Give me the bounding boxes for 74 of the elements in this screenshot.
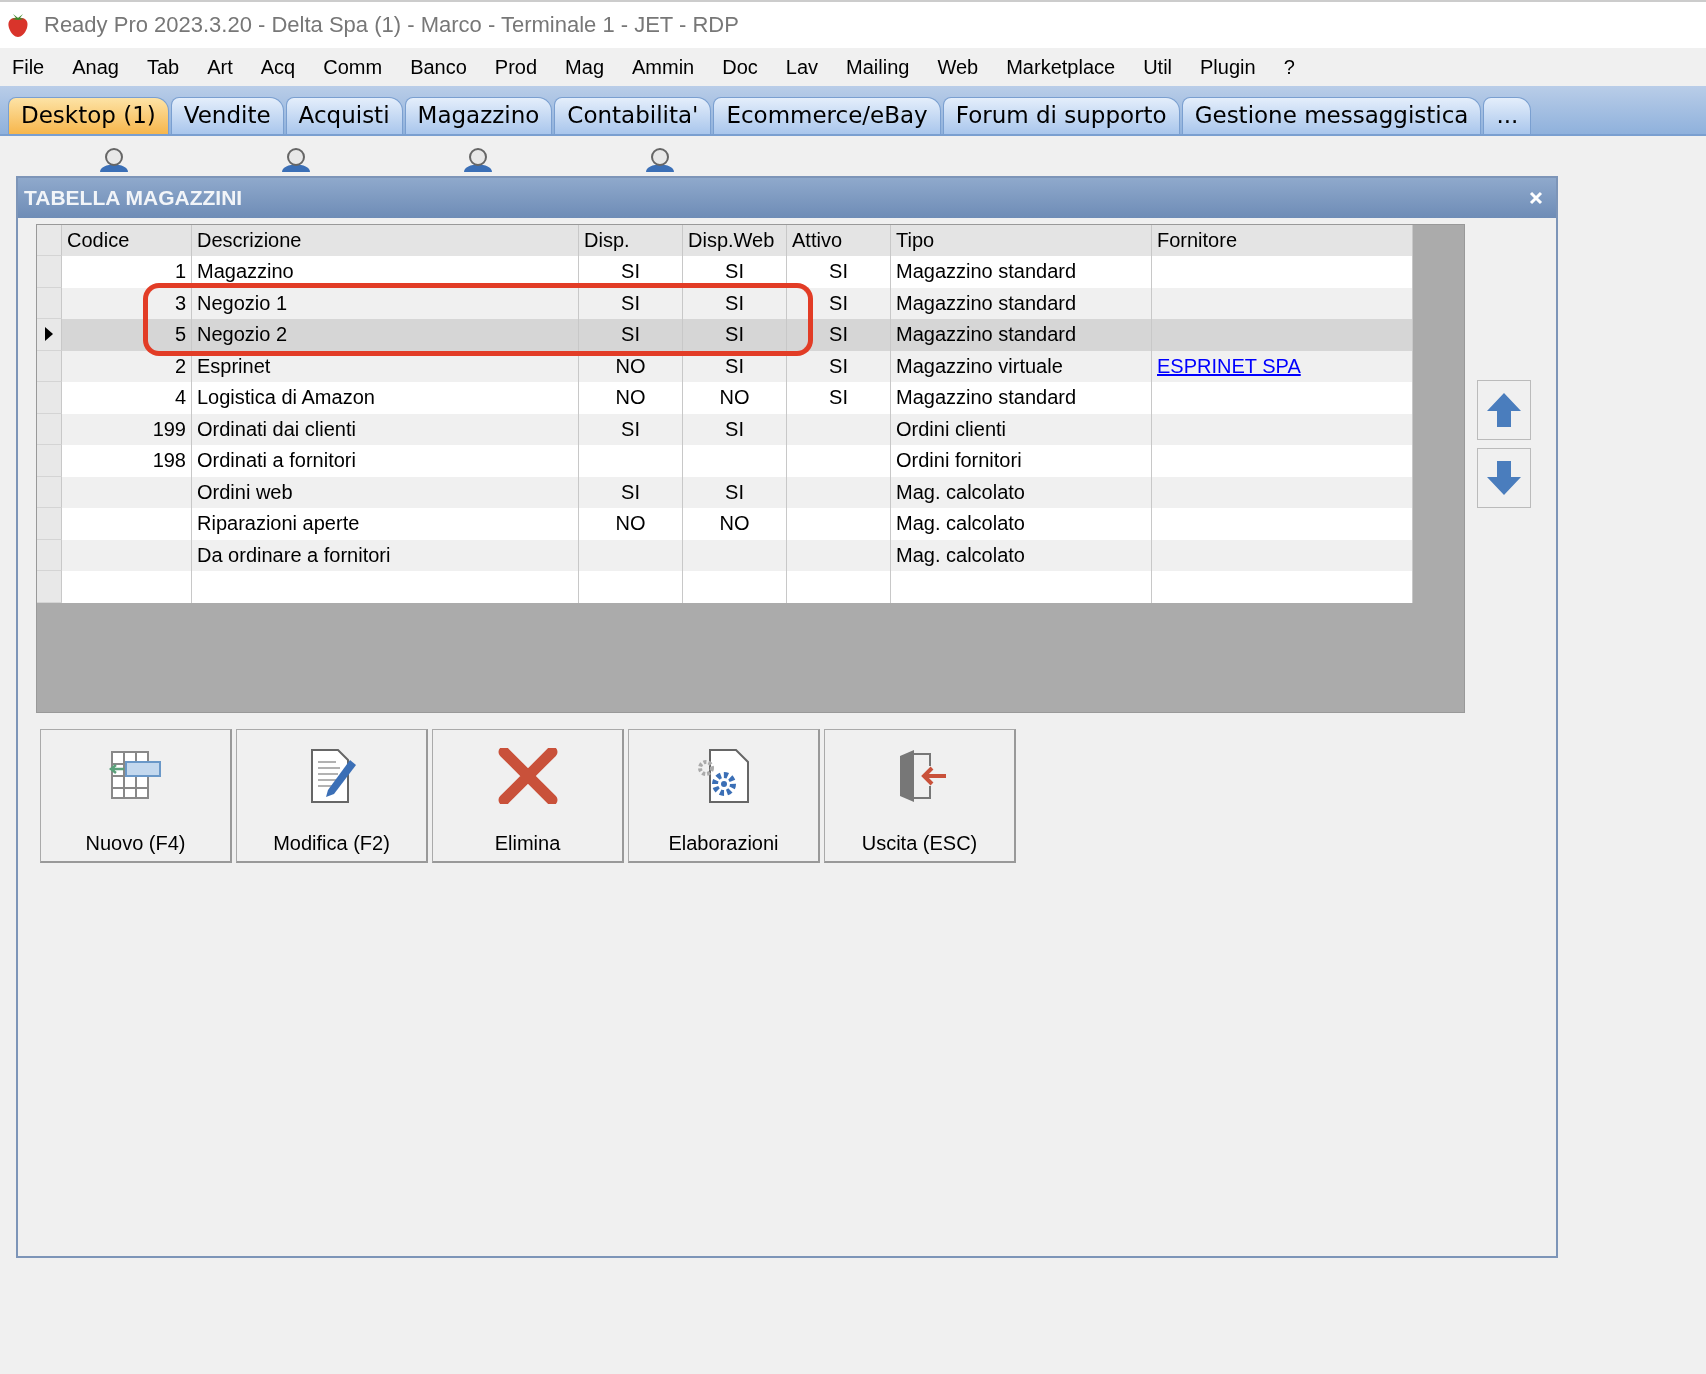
tab[interactable]: ... xyxy=(1483,97,1532,134)
table-cell: 1 xyxy=(62,256,192,288)
table-cell: SI xyxy=(683,256,787,288)
window-title: Ready Pro 2023.3.20 - Delta Spa (1) - Marco - Terminale 1 - JET - RDP xyxy=(44,12,739,38)
tab[interactable]: Desktop (1) xyxy=(8,97,169,134)
menu-item[interactable]: Comm xyxy=(309,55,397,79)
menu-item[interactable]: File xyxy=(12,55,59,79)
table-cell: SI xyxy=(683,319,787,351)
dialog-title: TABELLA MAGAZZINI xyxy=(24,186,243,210)
strawberry-icon xyxy=(6,12,30,38)
action-button[interactable]: Elaborazioni xyxy=(628,729,820,863)
tab[interactable]: Forum di supporto xyxy=(942,97,1180,134)
table-row[interactable]: Ordini web SI SI Mag. calcolato xyxy=(37,476,1412,508)
table-row[interactable]: 199 Ordinati dai clienti SI SI Ordini clienti xyxy=(37,413,1412,445)
menu-item[interactable]: Mag xyxy=(551,55,618,79)
menu-item[interactable]: Mailing xyxy=(832,55,924,79)
table-cell: SI xyxy=(787,256,891,288)
table-cell: NO xyxy=(683,508,787,540)
menu-item[interactable]: Acq xyxy=(246,55,310,79)
menu-item[interactable]: Anag xyxy=(58,55,133,79)
move-down-button[interactable] xyxy=(1477,448,1531,508)
table-cell: 4 xyxy=(62,382,192,414)
table-cell: SI xyxy=(787,382,891,414)
table-cell: Ordinati a fornitori xyxy=(192,445,579,477)
table-cell: Magazzino standard xyxy=(891,382,1152,414)
table-cell: Magazzino standard xyxy=(891,256,1152,288)
table-row[interactable] xyxy=(37,571,1412,603)
table-row[interactable]: Riparazioni aperte NO NO Mag. calcolato xyxy=(37,508,1412,540)
menu-item[interactable]: Doc xyxy=(708,55,772,79)
table-cell: Ordini fornitori xyxy=(891,445,1152,477)
table-cell: NO xyxy=(579,508,683,540)
table-cell: Riparazioni aperte xyxy=(192,508,579,540)
table-cell: NO xyxy=(579,382,683,414)
menu-item[interactable]: Util xyxy=(1129,55,1186,79)
tab[interactable]: Contabilita' xyxy=(554,97,712,134)
menu-item[interactable]: Lav xyxy=(771,55,833,79)
tab[interactable]: Gestione messaggistica xyxy=(1181,97,1482,134)
table-cell: Mag. calcolato xyxy=(891,508,1152,540)
menu-item[interactable]: Ammin xyxy=(618,55,709,79)
action-button[interactable]: Modifica (F2) xyxy=(236,729,428,863)
menu-item[interactable]: Plugin xyxy=(1186,55,1270,79)
menu-item[interactable]: Web xyxy=(923,55,993,79)
move-up-button[interactable] xyxy=(1477,380,1531,440)
menu-item[interactable]: Prod xyxy=(480,55,552,79)
action-button[interactable]: Elimina xyxy=(432,729,624,863)
tab[interactable]: Ecommerce/eBay xyxy=(713,97,941,134)
action-button[interactable]: Uscita (ESC) xyxy=(824,729,1016,863)
menu-item[interactable]: Banco xyxy=(396,55,481,79)
table-cell: SI xyxy=(787,319,891,351)
table-cell: NO xyxy=(683,382,787,414)
row-pointer-icon xyxy=(44,327,54,342)
supplier-link[interactable]: ESPRINET SPA xyxy=(1157,354,1301,378)
row-header[interactable] xyxy=(37,319,62,351)
menu-item[interactable]: Tab xyxy=(132,55,194,79)
tab[interactable]: Acquisti xyxy=(285,97,403,134)
table-cell: 198 xyxy=(62,445,192,477)
table-cell: Magazzino standard xyxy=(891,319,1152,351)
action-button[interactable]: Nuovo (F4) xyxy=(40,729,232,863)
tab[interactable]: Vendite xyxy=(170,97,284,134)
table-row[interactable]: 4 Logistica di Amazon NO NO SI Magazzino standard xyxy=(37,382,1412,414)
table-cell: Negozio 2 xyxy=(192,319,579,351)
menu-item[interactable]: ? xyxy=(1269,55,1309,79)
menu-item[interactable]: Art xyxy=(193,55,247,79)
table-cell: Logistica di Amazon xyxy=(192,382,579,414)
table-cell: SI xyxy=(579,319,683,351)
menu-item[interactable]: Marketplace xyxy=(992,55,1130,79)
table-cell: 5 xyxy=(62,319,192,351)
table-row[interactable]: 1 Magazzino SI SI SI Magazzino standard xyxy=(37,256,1412,288)
tab[interactable]: Magazzino xyxy=(404,97,553,134)
table-row[interactable]: 198 Ordinati a fornitori Ordini fornitori xyxy=(37,445,1412,477)
table-cell: SI xyxy=(579,256,683,288)
table-cell: Magazzino xyxy=(192,256,579,288)
table-row[interactable]: Da ordinare a fornitori Mag. calcolato xyxy=(37,539,1412,571)
delete-icon xyxy=(497,748,558,804)
